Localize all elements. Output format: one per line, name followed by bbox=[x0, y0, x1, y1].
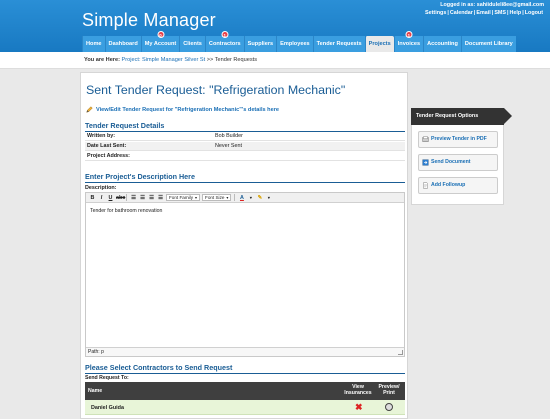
font-family-select[interactable]: Font Family ▾ bbox=[166, 194, 201, 201]
underline-button[interactable]: U bbox=[107, 195, 114, 201]
detail-row-date-sent: Date Last Sent: Never Sent bbox=[85, 142, 405, 151]
app-logo[interactable]: Simple Manager bbox=[82, 10, 216, 31]
description-label: Description: bbox=[85, 185, 117, 191]
breadcrumb-separator: >> bbox=[206, 57, 214, 63]
nav-contractors[interactable]: 1 Contractors bbox=[204, 31, 244, 52]
preview-icon[interactable] bbox=[385, 403, 393, 411]
notification-badge: 1 bbox=[221, 31, 229, 38]
sms-link[interactable]: SMS bbox=[494, 10, 506, 16]
resize-handle[interactable] bbox=[398, 350, 403, 355]
toolbar-divider bbox=[126, 194, 127, 201]
breadcrumb-current: Tender Requests bbox=[214, 57, 258, 63]
tender-options-panel: Tender Request Options Preview Tender in… bbox=[411, 108, 512, 205]
table-row[interactable]: Daniel Guida ✖ bbox=[85, 400, 405, 415]
toolbar-divider bbox=[234, 194, 236, 201]
top-links: Settings|Calendar|Email|SMS|Help|Logout bbox=[425, 10, 543, 16]
settings-link[interactable]: Settings bbox=[425, 10, 446, 16]
rich-text-editor[interactable]: B I U abc ☰ ☰ ☰ ☰ Font Family ▾ Font Size… bbox=[85, 192, 405, 357]
calendar-link[interactable]: Calendar bbox=[450, 10, 473, 16]
nav-tender-requests[interactable]: Tender Requests bbox=[312, 36, 365, 52]
highlight-icon[interactable]: ✎ bbox=[256, 195, 263, 201]
editor-content[interactable]: Tender for bathroom renovation bbox=[90, 208, 162, 214]
nav-clients[interactable]: Clients bbox=[179, 36, 205, 52]
nav-employees[interactable]: Employees bbox=[276, 36, 313, 52]
add-followup-button[interactable]: Add Followup bbox=[418, 177, 498, 194]
font-size-select[interactable]: Font Size ▾ bbox=[202, 194, 232, 201]
nav-suppliers[interactable]: Suppliers bbox=[243, 36, 277, 52]
chevron-down-icon[interactable]: ▾ bbox=[265, 195, 272, 200]
send-request-label: Send Request To: bbox=[85, 375, 129, 381]
italic-button[interactable]: I bbox=[98, 195, 105, 201]
notification-badge: 0 bbox=[157, 31, 165, 38]
bold-button[interactable]: B bbox=[89, 195, 96, 201]
logout-link[interactable]: Logout bbox=[525, 10, 543, 16]
nav-accounting[interactable]: Accounting bbox=[423, 36, 461, 52]
chevron-down-icon[interactable]: ▾ bbox=[247, 195, 254, 200]
breadcrumb-project-link[interactable]: Project: Simple Manager Silver St bbox=[122, 57, 206, 63]
description-section-title: Enter Project's Description Here bbox=[85, 172, 405, 183]
align-center-icon[interactable]: ☰ bbox=[139, 195, 146, 201]
preview-pdf-button[interactable]: Preview Tender in PDF bbox=[418, 131, 498, 148]
breadcrumb: You are Here: Project: Simple Manager Si… bbox=[84, 57, 257, 63]
help-link[interactable]: Help bbox=[510, 10, 522, 16]
pencil-icon bbox=[86, 106, 93, 113]
edit-tender-link[interactable]: View/Edit Tender Request for "Refrigerat… bbox=[86, 106, 279, 113]
detail-row-written-by: Written by: Bob Builder bbox=[85, 132, 405, 141]
contractors-section-title: Please Select Contractors to Send Reques… bbox=[85, 363, 405, 374]
contractors-table: Name View Insurances Preview/ Print Dani… bbox=[85, 382, 405, 415]
table-header: Name View Insurances Preview/ Print bbox=[85, 382, 405, 400]
nav-projects[interactable]: Projects bbox=[364, 36, 394, 52]
nav-my-account[interactable]: 0 My Account bbox=[140, 31, 180, 52]
details-section-title: Tender Request Details bbox=[85, 121, 405, 132]
breadcrumb-label: You are Here: bbox=[84, 57, 120, 63]
page-title: Sent Tender Request: "Refrigeration Mech… bbox=[86, 83, 346, 97]
main-panel: Sent Tender Request: "Refrigeration Mech… bbox=[80, 72, 408, 419]
nav-document-library[interactable]: Document Library bbox=[460, 36, 516, 52]
login-status: Logged in as: sahiiduleli8ee@gmail.com bbox=[440, 2, 544, 8]
edit-link-text: View/Edit Tender Request for "Refrigerat… bbox=[96, 106, 279, 113]
chevron-down-icon: ▾ bbox=[195, 195, 198, 200]
chevron-down-icon: ▾ bbox=[226, 195, 229, 200]
email-link[interactable]: Email bbox=[476, 10, 490, 16]
detail-row-address: Project Address: bbox=[85, 152, 405, 161]
nav-home[interactable]: Home bbox=[82, 36, 105, 52]
main-nav: Home Dashboard 0 My Account Clients 1 Cont… bbox=[82, 31, 516, 52]
editor-toolbar: B I U abc ☰ ☰ ☰ ☰ Font Family ▾ Font Size… bbox=[86, 193, 404, 203]
align-left-icon[interactable]: ☰ bbox=[130, 195, 137, 201]
notification-badge: 1 bbox=[405, 31, 413, 38]
side-panel-title: Tender Request Options bbox=[411, 108, 512, 125]
breadcrumb-bar: You are Here: Project: Simple Manager Si… bbox=[0, 52, 550, 69]
nav-invoices[interactable]: 1 Invoices bbox=[393, 31, 424, 52]
align-right-icon[interactable]: ☰ bbox=[148, 195, 155, 201]
contractor-name: Daniel Guida bbox=[91, 405, 124, 411]
col-view-insurances: View Insurances bbox=[344, 384, 372, 396]
send-document-icon bbox=[422, 159, 429, 166]
text-color-icon[interactable]: A bbox=[238, 195, 245, 201]
col-preview-print: Preview/ Print bbox=[378, 384, 400, 396]
editor-path: Path: p bbox=[86, 347, 404, 356]
col-name: Name bbox=[88, 388, 103, 394]
strikethrough-button[interactable]: abc bbox=[116, 195, 125, 201]
align-justify-icon[interactable]: ☰ bbox=[157, 195, 164, 201]
side-panel-body: Preview Tender in PDF Send Document Add … bbox=[411, 125, 504, 205]
document-icon bbox=[423, 182, 428, 189]
close-icon[interactable]: ✖ bbox=[355, 403, 363, 412]
send-document-button[interactable]: Send Document bbox=[418, 154, 498, 171]
pdf-icon bbox=[422, 136, 429, 142]
nav-dashboard[interactable]: Dashboard bbox=[104, 36, 141, 52]
